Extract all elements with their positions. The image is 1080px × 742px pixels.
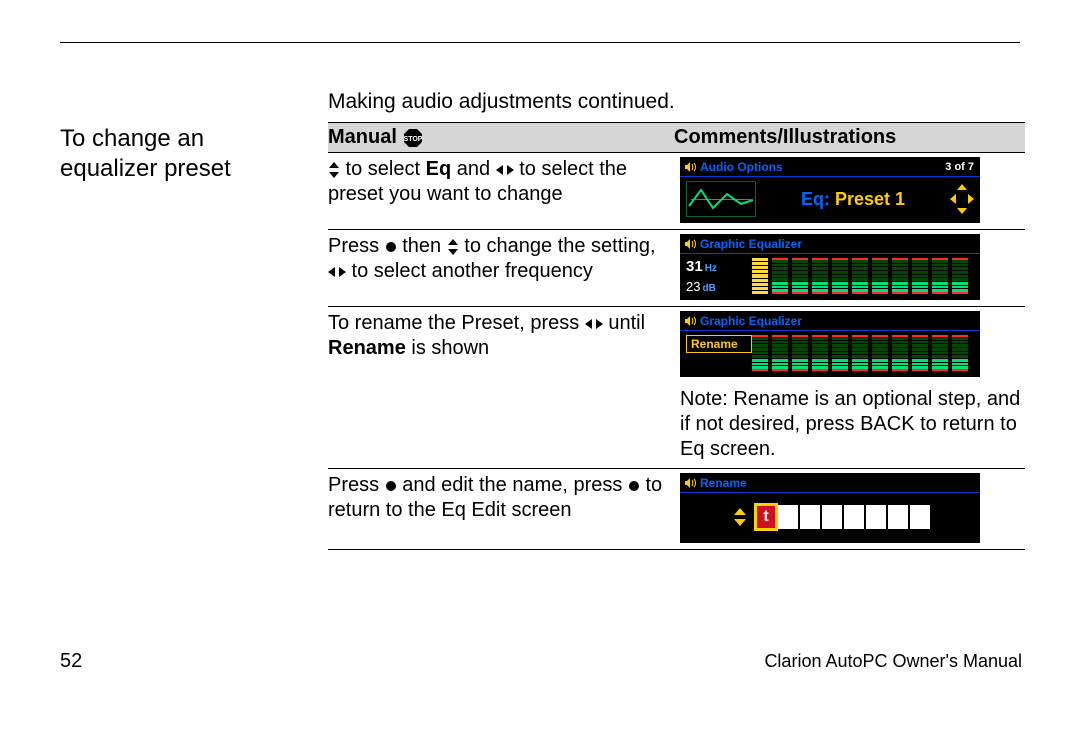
eq-curve-icon [686,181,756,217]
rename-char [778,505,798,529]
text: Press [328,474,385,496]
rename-chip: Rename [686,335,752,353]
table-row: Press and edit the name, press to return… [328,469,1025,550]
illustration-cell: Audio Options 3 of 7 Eq: Preset 1 [680,157,1025,223]
eq-readout: 31Hz 23dB [680,254,752,300]
screen-title: Graphic Equalizer [700,314,802,328]
updown-icon [728,508,752,526]
table-row: to select Eq and to select the preset yo… [328,153,1025,230]
side-title-line: equalizer preset [60,155,231,182]
eq-hz-unit: Hz [705,263,717,274]
section-continued: Making audio adjustments continued. [328,90,1025,114]
speaker-icon [684,238,696,250]
speaker-icon [684,161,696,173]
page-footer: 52 Clarion AutoPC Owner's Manual [60,650,1022,673]
rename-bold: Rename [328,337,406,359]
svg-text:STOP: STOP [403,136,422,143]
text: then [397,235,447,257]
text: is shown [406,337,489,359]
text: To rename the Preset, press [328,312,585,334]
rename-char [844,505,864,529]
eq-preset-name: Preset 1 [835,189,905,209]
table-row: Press then to change the setting, to sel… [328,230,1025,307]
leftright-icon [328,266,346,278]
manual-cell-empty [328,387,680,462]
text: and edit the name, press [397,474,628,496]
dot-icon [628,480,640,492]
manual-cell: To rename the Preset, press until Rename… [328,311,680,377]
table-row: To rename the Preset, press until Rename… [328,307,1025,383]
col-comments: Comments/Illustrations [674,123,1025,152]
stop-icon: STOP [403,128,423,148]
text: Press [328,235,385,257]
speaker-icon [684,315,696,327]
illustration-cell: Graphic Equalizer Rename [680,311,1025,377]
updown-icon [447,239,459,255]
top-rule [60,42,1020,43]
page-body: Making audio adjustments continued. To c… [60,90,1025,550]
leftright-icon [496,164,514,176]
leftright-icon [585,318,603,330]
manual-cell: to select Eq and to select the preset yo… [328,157,680,223]
screen-title: Graphic Equalizer [700,237,802,251]
dpad-diamond-icon [950,184,974,214]
updown-icon [328,162,340,178]
eq-label-text: Eq: [801,189,830,209]
text: to change the setting, [459,235,656,257]
rename-char [910,505,930,529]
col-manual-label: Manual [328,126,397,149]
rename-char [866,505,886,529]
eq-db-value: 23 [686,279,700,294]
eq-db-unit: dB [702,283,715,294]
rename-input: t [680,493,980,543]
eq-hz-value: 31 [686,258,703,275]
eq-bars [752,331,980,377]
illustration-cell: Graphic Equalizer 31Hz 23dB [680,234,1025,300]
eq-label: Eq: Preset 1 [756,189,950,210]
screen-title: Rename [700,476,747,490]
note-cell: Note: Rename is an optional step, and if… [680,387,1025,462]
rename-char-current: t [756,505,776,529]
screen-graphic-equalizer: Graphic Equalizer 31Hz 23dB [680,234,980,300]
instruction-table: Manual STOP Comments/Illustrations to se [328,122,1025,550]
page-number: 52 [60,650,82,673]
table-row: Note: Rename is an optional step, and if… [328,383,1025,469]
eq-bars [752,254,980,300]
dot-icon [385,241,397,253]
screen-audio-options: Audio Options 3 of 7 Eq: Preset 1 [680,157,980,223]
rename-char [822,505,842,529]
screen-title: Audio Options [700,160,783,174]
text: until [603,312,645,334]
doc-title: Clarion AutoPC Owner's Manual [764,651,1022,672]
text: and [451,158,495,180]
side-title: To change an equalizer preset [60,122,328,550]
rename-char [888,505,908,529]
manual-cell: Press then to change the setting, to sel… [328,234,680,300]
speaker-icon [684,477,696,489]
screen-rename: Rename t [680,473,980,543]
illustration-cell: Rename t [680,473,1025,543]
side-title-line: To change an [60,125,204,152]
text: to select [340,158,426,180]
dot-icon [385,480,397,492]
screen-page-indicator: 3 of 7 [945,161,974,173]
text: to select another frequency [346,260,593,282]
col-manual: Manual STOP [328,123,674,152]
screen-graphic-equalizer-rename: Graphic Equalizer Rename [680,311,980,377]
rename-char [800,505,820,529]
table-header: Manual STOP Comments/Illustrations [328,122,1025,153]
manual-cell: Press and edit the name, press to return… [328,473,680,543]
eq-bold: Eq [426,158,452,180]
